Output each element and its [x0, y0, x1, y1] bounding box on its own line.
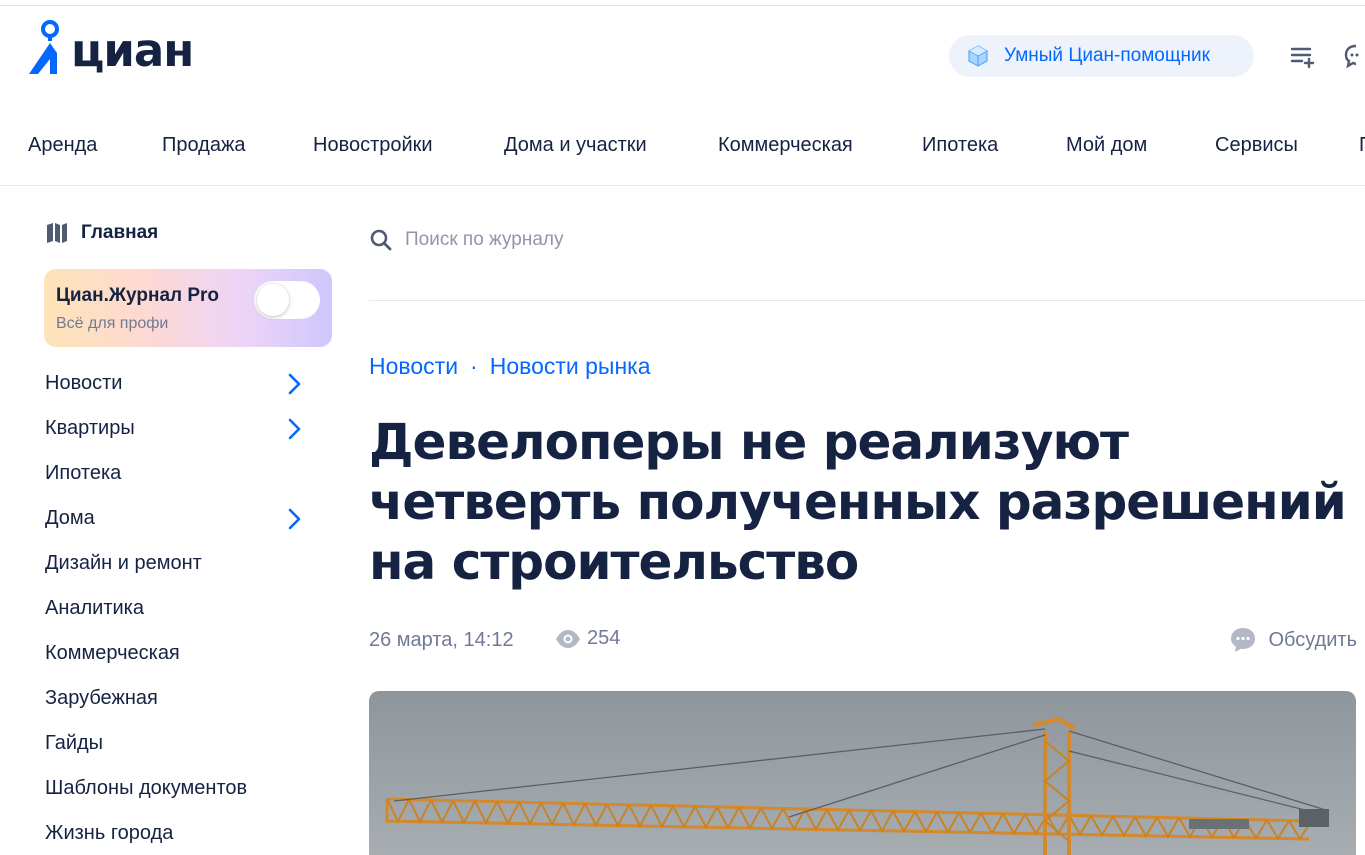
sidebar-item-label: Гайды — [45, 732, 104, 754]
discuss-label: Обсудить — [1268, 628, 1357, 651]
sidebar-item-label: Зарубежная — [45, 687, 158, 709]
sidebar-item[interactable]: Ипотека — [45, 451, 315, 496]
journal-pro-card: Циан.Журнал Pro Всё для профи — [44, 269, 332, 347]
search-divider — [369, 300, 1365, 301]
article-hero-image — [369, 691, 1356, 855]
logo-text: циан — [71, 23, 194, 77]
breadcrumb-separator: · — [470, 353, 478, 379]
map-book-icon — [47, 223, 67, 243]
sidebar-item-label: Дизайн и ремонт — [45, 552, 202, 574]
chevron-right-icon[interactable] — [286, 417, 304, 441]
breadcrumb: Новости · Новости рынка — [369, 353, 651, 380]
journal-search[interactable]: Поиск по журналу — [369, 228, 564, 252]
sidebar-item[interactable]: Жизнь города — [45, 811, 315, 855]
chevron-right-icon[interactable] — [286, 507, 304, 531]
nav-item-rent[interactable]: Аренда — [28, 134, 97, 157]
top-divider — [0, 5, 1365, 6]
assistant-label: Умный Циан-помощник — [1004, 45, 1210, 66]
sidebar-item[interactable]: Гайды — [45, 721, 315, 766]
sidebar-item-label: Шаблоны документов — [45, 777, 248, 799]
sidebar-item[interactable]: Квартиры — [45, 406, 315, 451]
assistant-cube-icon — [968, 45, 988, 67]
article-title: Девелоперы не реализуют четверть получен… — [369, 413, 1347, 591]
journal-pro-title: Циан.Журнал Pro — [56, 285, 220, 306]
sidebar-item[interactable]: Шаблоны документов — [45, 766, 315, 811]
main-navigation: Аренда Продажа Новостройки Дома и участк… — [0, 134, 1365, 162]
journal-pro-subtitle: Всё для профи — [56, 315, 169, 332]
smart-assistant-button[interactable]: Умный Циан-помощник — [949, 35, 1254, 77]
eye-icon — [556, 629, 580, 648]
sidebar-item-label: Аналитика — [45, 597, 144, 619]
sidebar-item-label: Новости — [45, 372, 123, 394]
search-icon — [370, 229, 392, 251]
search-placeholder: Поиск по журналу — [405, 229, 564, 250]
nav-item-cutoff[interactable]: П — [1359, 134, 1365, 157]
article-date: 26 марта, 14:12 — [369, 629, 514, 651]
sidebar-item[interactable]: Дизайн и ремонт — [45, 541, 315, 586]
sidebar-item[interactable]: Новости — [45, 361, 315, 406]
toggle-knob — [257, 284, 289, 316]
breadcrumb-market-news[interactable]: Новости рынка — [490, 353, 651, 380]
nav-item-commercial[interactable]: Коммерческая — [718, 134, 853, 157]
nav-item-houses[interactable]: Дома и участки — [504, 134, 647, 157]
comment-icon — [1231, 628, 1256, 652]
chat-icon[interactable] — [1344, 42, 1365, 70]
sidebar-item[interactable]: Дома — [45, 496, 315, 541]
sidebar-home-link[interactable]: Главная — [45, 222, 158, 244]
sidebar-item-label: Коммерческая — [45, 642, 180, 664]
sidebar-item[interactable]: Зарубежная — [45, 676, 315, 721]
sidebar-item-label: Дома — [45, 507, 95, 529]
sidebar-item-label: Ипотека — [45, 462, 122, 484]
logo-pin-icon — [29, 20, 59, 74]
nav-item-services[interactable]: Сервисы — [1215, 134, 1298, 157]
nav-item-sale[interactable]: Продажа — [162, 134, 245, 157]
nav-item-my-home[interactable]: Мой дом — [1066, 134, 1147, 157]
article-meta: 26 марта, 14:12 254 Обсудить — [369, 627, 1357, 655]
logo[interactable]: циан — [27, 16, 194, 78]
sidebar-item-label: Квартиры — [45, 417, 135, 439]
discuss-button[interactable]: Обсудить — [1230, 627, 1357, 653]
crane-illustration — [385, 716, 1330, 855]
sidebar-menu: Новости Квартиры Ипотека Дома Дизайн и ремон… — [45, 361, 315, 855]
journal-pro-toggle[interactable] — [254, 281, 320, 319]
article-views: 254 — [555, 627, 620, 650]
sidebar-item[interactable]: Аналитика — [45, 586, 315, 631]
views-count: 254 — [587, 627, 621, 649]
breadcrumb-news[interactable]: Новости — [369, 353, 458, 380]
nav-divider — [0, 185, 1365, 186]
sidebar-item[interactable]: Коммерческая — [45, 631, 315, 676]
sidebar-home-label: Главная — [81, 222, 159, 243]
sidebar-item-label: Жизнь города — [45, 822, 174, 844]
chevron-right-icon[interactable] — [286, 372, 304, 396]
nav-item-new-buildings[interactable]: Новостройки — [313, 134, 433, 157]
compare-list-icon[interactable] — [1289, 42, 1317, 70]
nav-item-mortgage[interactable]: Ипотека — [922, 134, 998, 157]
